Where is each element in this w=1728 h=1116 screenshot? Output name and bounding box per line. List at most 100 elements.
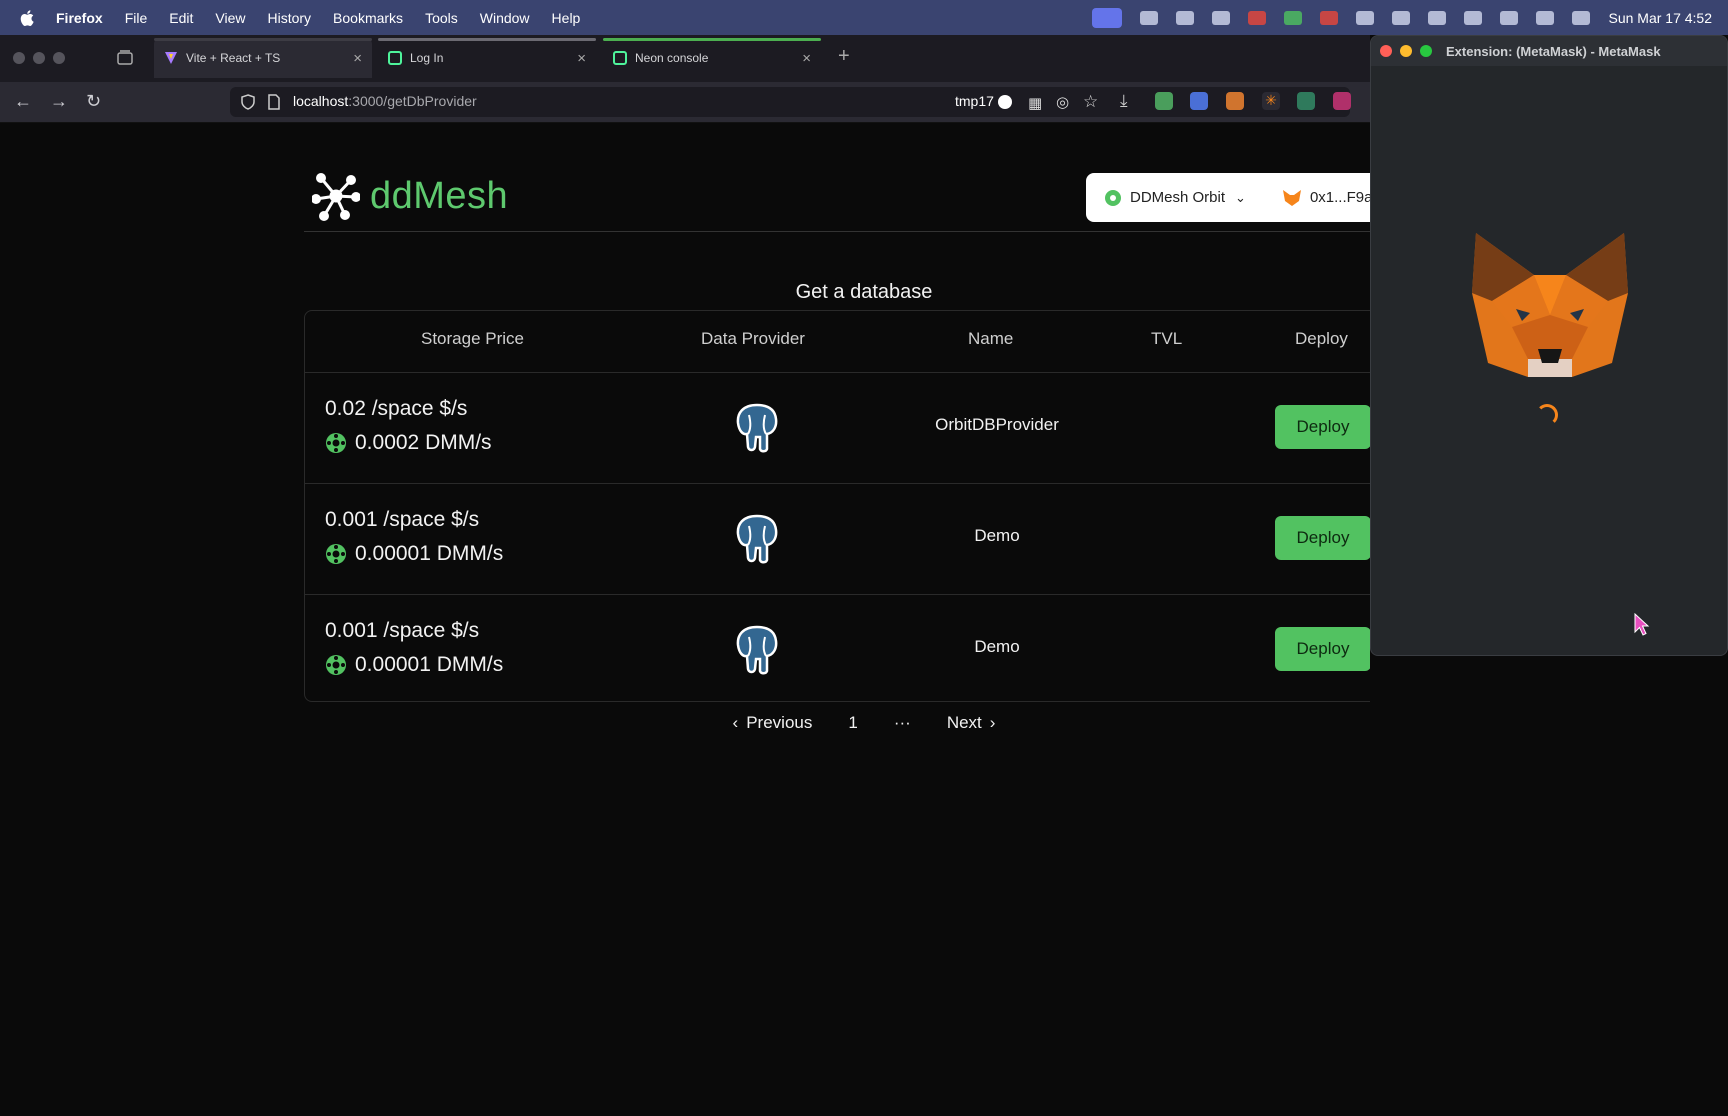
popup-zoom-dot[interactable] xyxy=(1420,45,1432,57)
token-price-text: 0.0002 DMM/s xyxy=(355,431,492,454)
menu-help[interactable]: Help xyxy=(552,10,581,26)
previous-page-link[interactable]: ‹ Previous xyxy=(733,713,813,733)
menu-tools[interactable]: Tools xyxy=(425,10,458,26)
qr-icon[interactable]: ▦ xyxy=(1028,94,1042,112)
record-icon[interactable] xyxy=(1140,10,1159,25)
provider-name: Demo xyxy=(974,637,1020,656)
menu-view[interactable]: View xyxy=(215,10,245,26)
chevron-down-icon: ⌄ xyxy=(1235,189,1246,205)
postgres-elephant-icon xyxy=(736,514,778,564)
next-page-link[interactable]: Next › xyxy=(947,713,996,733)
tab-overview-icon[interactable] xyxy=(116,49,134,67)
wallet-widget: DDMesh Orbit ⌄ 0x1...F9a xyxy=(1086,173,1370,222)
menu-file[interactable]: File xyxy=(125,10,148,26)
new-tab-plus-icon[interactable]: + xyxy=(838,45,850,68)
menu-bookmarks[interactable]: Bookmarks xyxy=(333,10,403,26)
table-row: 0.001 /space $/s 0.00001 DMM/s Demo Depl… xyxy=(305,594,1370,706)
menu-history[interactable]: History xyxy=(267,10,311,26)
url-text[interactable]: localhost:3000/getDbProvider xyxy=(293,93,477,109)
menu-bar: Firefox File Edit View History Bookmarks… xyxy=(0,0,1728,35)
forward-arrow-icon[interactable]: → xyxy=(50,91,68,112)
tab-title: Log In xyxy=(410,51,444,65)
extension-icon[interactable] xyxy=(1190,92,1208,110)
chevron-right-icon: › xyxy=(989,713,996,732)
container-profile-label[interactable]: tmp17 xyxy=(955,93,994,109)
tab-bar: Vite + React + TS × Log In × Neon consol… xyxy=(0,35,1370,82)
close-tab-icon[interactable]: × xyxy=(577,50,586,67)
providers-table: Storage Price Data Provider Name TVL Dep… xyxy=(304,310,1370,702)
column-header-name: Name xyxy=(968,329,1014,348)
battery-icon[interactable] xyxy=(1392,10,1411,25)
display-icon[interactable] xyxy=(1176,10,1195,25)
more-icon[interactable] xyxy=(1464,10,1483,25)
screen-share-icon[interactable] xyxy=(1092,7,1123,28)
provider-name: Demo xyxy=(974,526,1020,545)
downloads-icon[interactable]: ⤓ xyxy=(1120,91,1128,111)
app-red-icon[interactable] xyxy=(1320,10,1339,25)
close-tab-icon[interactable]: × xyxy=(353,50,362,67)
token-price-text: 0.00001 DMM/s xyxy=(355,653,504,676)
tab-neon-console[interactable]: Neon console × xyxy=(603,38,821,78)
url-path: :3000/getDbProvider xyxy=(348,93,477,109)
table-row: 0.02 /space $/s 0.0002 DMM/s OrbitDBProv… xyxy=(305,372,1370,484)
app-green-icon[interactable] xyxy=(1284,10,1303,25)
page-number-1[interactable]: 1 xyxy=(848,713,857,733)
tab-login[interactable]: Log In × xyxy=(378,38,596,78)
token-price-text: 0.00001 DMM/s xyxy=(355,542,504,565)
reload-icon[interactable]: ↻ xyxy=(86,91,101,112)
shield-icon[interactable] xyxy=(240,94,256,110)
table-row: 0.001 /space $/s 0.00001 DMM/s Demo Depl… xyxy=(305,483,1370,595)
menu-app-name[interactable]: Firefox xyxy=(56,10,103,26)
address-bar[interactable]: localhost:3000/getDbProvider tmp17 ▦ ◎ ☆ xyxy=(230,87,1350,117)
neon-icon xyxy=(613,51,627,65)
token-price: 0.0002 DMM/s xyxy=(325,431,492,455)
page-title: Get a database xyxy=(795,281,933,303)
sparkle-extension-icon[interactable]: ✳ xyxy=(1262,92,1280,110)
neon-icon xyxy=(388,51,402,65)
window-zoom-dot[interactable] xyxy=(53,52,65,64)
control-center-icon[interactable] xyxy=(1572,10,1591,25)
app-s-icon[interactable] xyxy=(1248,10,1267,25)
deploy-button[interactable]: Deploy xyxy=(1275,516,1370,560)
extension-icon[interactable] xyxy=(1297,92,1315,110)
ddmesh-token-icon xyxy=(1105,189,1121,206)
popup-minimize-dot[interactable] xyxy=(1400,45,1412,57)
profile-dot-icon[interactable] xyxy=(998,95,1012,109)
deploy-button[interactable]: Deploy xyxy=(1275,405,1370,449)
account-address: 0x1...F9a xyxy=(1309,189,1370,206)
back-arrow-icon[interactable]: ← xyxy=(14,91,32,112)
tab-title: Vite + React + TS xyxy=(186,51,281,65)
pagination: ‹ Previous 1 ··· Next › xyxy=(0,713,1370,733)
brand-logo[interactable]: ddMesh xyxy=(312,171,508,221)
popup-close-dot[interactable] xyxy=(1380,45,1392,57)
web-page: ddMesh DDMesh Orbit ⌄ 0x1...F9a Get a da… xyxy=(0,123,1370,1116)
window-close-dot[interactable] xyxy=(13,52,25,64)
page-icon[interactable] xyxy=(267,94,281,110)
apple-icon[interactable] xyxy=(18,8,38,28)
column-header-data-provider: Data Provider xyxy=(701,329,805,348)
menu-clock[interactable]: Sun Mar 17 4:52 xyxy=(1608,10,1712,26)
menu-window[interactable]: Window xyxy=(480,10,530,26)
fingerprint-icon[interactable]: ◎ xyxy=(1056,93,1069,111)
play-icon[interactable] xyxy=(1428,10,1447,25)
mirror-icon[interactable] xyxy=(1536,10,1555,25)
column-header-storage-price: Storage Price xyxy=(421,329,524,348)
brand-name: ddMesh xyxy=(370,174,509,217)
stats-icon[interactable] xyxy=(1356,10,1375,25)
close-tab-icon[interactable]: × xyxy=(802,50,811,67)
tab-vite[interactable]: Vite + React + TS × xyxy=(154,38,372,78)
window-minimize-dot[interactable] xyxy=(33,52,45,64)
network-selector[interactable]: DDMesh Orbit ⌄ xyxy=(1104,189,1246,207)
bookmark-star-icon[interactable]: ☆ xyxy=(1083,92,1098,112)
extension-icon[interactable] xyxy=(1333,92,1351,110)
vite-icon xyxy=(165,52,177,64)
globe-icon[interactable] xyxy=(1212,10,1231,25)
extension-icon[interactable] xyxy=(1155,92,1173,110)
deploy-button[interactable]: Deploy xyxy=(1275,627,1370,671)
menu-edit[interactable]: Edit xyxy=(169,10,193,26)
account-button[interactable]: 0x1...F9a xyxy=(1282,189,1370,207)
column-header-tvl: TVL xyxy=(1151,329,1183,348)
token-price: 0.00001 DMM/s xyxy=(325,542,503,566)
extension-icon[interactable] xyxy=(1226,92,1244,110)
wifi-icon[interactable] xyxy=(1500,10,1519,25)
